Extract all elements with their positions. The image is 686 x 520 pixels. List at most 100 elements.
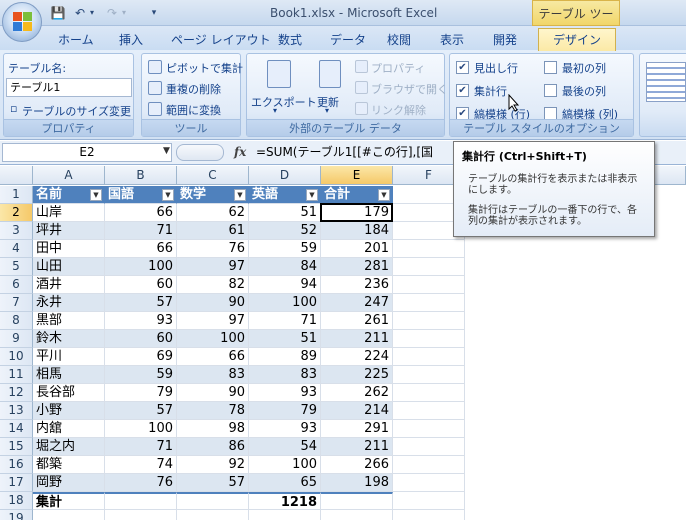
cell[interactable] bbox=[393, 294, 465, 312]
total-row-cell[interactable] bbox=[177, 492, 249, 510]
first-column-checkbox[interactable] bbox=[544, 61, 557, 74]
row-header-14[interactable]: 14 bbox=[0, 420, 33, 438]
total-row-cell[interactable] bbox=[321, 492, 393, 510]
table-cell[interactable]: 59 bbox=[105, 366, 177, 384]
total-row-label-cell[interactable]: 集計 bbox=[33, 492, 105, 510]
refresh-dropdown-icon[interactable]: ▾ bbox=[325, 106, 329, 115]
table-cell[interactable]: 51 bbox=[249, 204, 321, 222]
cell[interactable] bbox=[393, 240, 465, 258]
table-header-cell[interactable]: 合計 ▼ bbox=[321, 186, 393, 204]
cell[interactable] bbox=[393, 276, 465, 294]
cell[interactable] bbox=[393, 492, 465, 510]
table-cell[interactable]: 83 bbox=[177, 366, 249, 384]
row-header-16[interactable]: 16 bbox=[0, 456, 33, 474]
column-header-e[interactable]: E bbox=[321, 166, 393, 185]
unlink-button[interactable]: リンク解除 bbox=[371, 102, 426, 118]
table-cell[interactable]: 100 bbox=[249, 294, 321, 312]
table-cell[interactable]: 266 bbox=[321, 456, 393, 474]
table-cell[interactable]: 平川 bbox=[33, 348, 105, 366]
table-cell[interactable]: 94 bbox=[249, 276, 321, 294]
table-cell[interactable]: 261 bbox=[321, 312, 393, 330]
cell[interactable] bbox=[393, 384, 465, 402]
table-cell[interactable]: 76 bbox=[105, 474, 177, 492]
table-cell[interactable]: 54 bbox=[249, 438, 321, 456]
table-cell[interactable]: 82 bbox=[177, 276, 249, 294]
column-header-a[interactable]: A bbox=[33, 166, 105, 185]
table-cell[interactable]: 93 bbox=[105, 312, 177, 330]
table-cell[interactable]: 100 bbox=[177, 330, 249, 348]
table-cell[interactable]: 92 bbox=[177, 456, 249, 474]
table-cell[interactable]: 田中 bbox=[33, 240, 105, 258]
table-cell[interactable]: 内舘 bbox=[33, 420, 105, 438]
cell[interactable] bbox=[393, 402, 465, 420]
customize-toolbar-icon[interactable]: ▾ bbox=[146, 5, 162, 21]
tab-insert[interactable]: 挿入 bbox=[119, 31, 143, 48]
table-cell[interactable]: 225 bbox=[321, 366, 393, 384]
table-cell[interactable]: 61 bbox=[177, 222, 249, 240]
tab-developer[interactable]: 開発 bbox=[493, 31, 517, 48]
table-cell[interactable]: 90 bbox=[177, 384, 249, 402]
row-header-6[interactable]: 6 bbox=[0, 276, 33, 294]
table-cell[interactable]: 100 bbox=[105, 258, 177, 276]
table-cell[interactable]: 79 bbox=[249, 402, 321, 420]
table-cell[interactable]: 57 bbox=[105, 402, 177, 420]
total-row-cell[interactable] bbox=[105, 492, 177, 510]
table-cell[interactable]: 57 bbox=[105, 294, 177, 312]
table-cell[interactable]: 長谷部 bbox=[33, 384, 105, 402]
remove-duplicates-button[interactable]: 重複の削除 bbox=[166, 81, 221, 97]
table-cell[interactable]: 90 bbox=[177, 294, 249, 312]
table-cell[interactable]: 71 bbox=[249, 312, 321, 330]
row-header-9[interactable]: 9 bbox=[0, 330, 33, 348]
table-cell[interactable]: 酒井 bbox=[33, 276, 105, 294]
row-header-12[interactable]: 12 bbox=[0, 384, 33, 402]
cell[interactable] bbox=[393, 348, 465, 366]
formula-bar-handle[interactable] bbox=[176, 144, 224, 161]
table-cell[interactable]: 相馬 bbox=[33, 366, 105, 384]
row-header-17[interactable]: 17 bbox=[0, 474, 33, 492]
table-cell[interactable]: 211 bbox=[321, 330, 393, 348]
last-column-checkbox[interactable] bbox=[544, 84, 557, 97]
table-cell[interactable]: 236 bbox=[321, 276, 393, 294]
table-cell[interactable]: 198 bbox=[321, 474, 393, 492]
table-cell[interactable]: 97 bbox=[177, 312, 249, 330]
table-cell[interactable]: 100 bbox=[105, 420, 177, 438]
tab-design[interactable]: デザイン bbox=[538, 28, 616, 51]
table-cell[interactable]: 65 bbox=[249, 474, 321, 492]
table-name-input[interactable]: テーブル1 bbox=[6, 78, 132, 97]
table-cell[interactable]: 97 bbox=[177, 258, 249, 276]
table-cell[interactable]: 66 bbox=[105, 204, 177, 222]
table-cell[interactable]: 52 bbox=[249, 222, 321, 240]
table-cell[interactable]: 66 bbox=[177, 348, 249, 366]
cell[interactable] bbox=[321, 510, 393, 520]
table-cell[interactable]: 86 bbox=[177, 438, 249, 456]
table-cell[interactable]: 100 bbox=[249, 456, 321, 474]
cell[interactable] bbox=[393, 474, 465, 492]
table-header-cell[interactable]: 名前 ▼ bbox=[33, 186, 105, 204]
external-properties-button[interactable]: プロパティ bbox=[371, 60, 425, 76]
table-cell[interactable]: 98 bbox=[177, 420, 249, 438]
row-header-19[interactable]: 19 bbox=[0, 510, 33, 520]
convert-range-button[interactable]: 範囲に変換 bbox=[166, 102, 221, 118]
cell[interactable] bbox=[33, 510, 105, 520]
row-header-15[interactable]: 15 bbox=[0, 438, 33, 456]
table-cell[interactable]: 262 bbox=[321, 384, 393, 402]
table-cell[interactable]: 60 bbox=[105, 276, 177, 294]
table-cell[interactable]: 山田 bbox=[33, 258, 105, 276]
row-header-10[interactable]: 10 bbox=[0, 348, 33, 366]
cell[interactable] bbox=[393, 420, 465, 438]
table-cell[interactable]: 291 bbox=[321, 420, 393, 438]
column-header-d[interactable]: D bbox=[249, 166, 321, 185]
cell[interactable] bbox=[393, 438, 465, 456]
name-box[interactable]: E2 bbox=[2, 143, 172, 162]
row-header-4[interactable]: 4 bbox=[0, 240, 33, 258]
table-cell[interactable]: 71 bbox=[105, 438, 177, 456]
tab-home[interactable]: ホーム bbox=[58, 31, 94, 48]
row-header-8[interactable]: 8 bbox=[0, 312, 33, 330]
table-cell[interactable]: 281 bbox=[321, 258, 393, 276]
table-cell[interactable]: 岡野 bbox=[33, 474, 105, 492]
filter-dropdown-icon[interactable]: ▼ bbox=[234, 189, 246, 201]
table-cell[interactable]: 堀之内 bbox=[33, 438, 105, 456]
filter-dropdown-icon[interactable]: ▼ bbox=[306, 189, 318, 201]
redo-dropdown-icon[interactable]: ▾ bbox=[116, 5, 132, 21]
table-cell[interactable]: 小野 bbox=[33, 402, 105, 420]
